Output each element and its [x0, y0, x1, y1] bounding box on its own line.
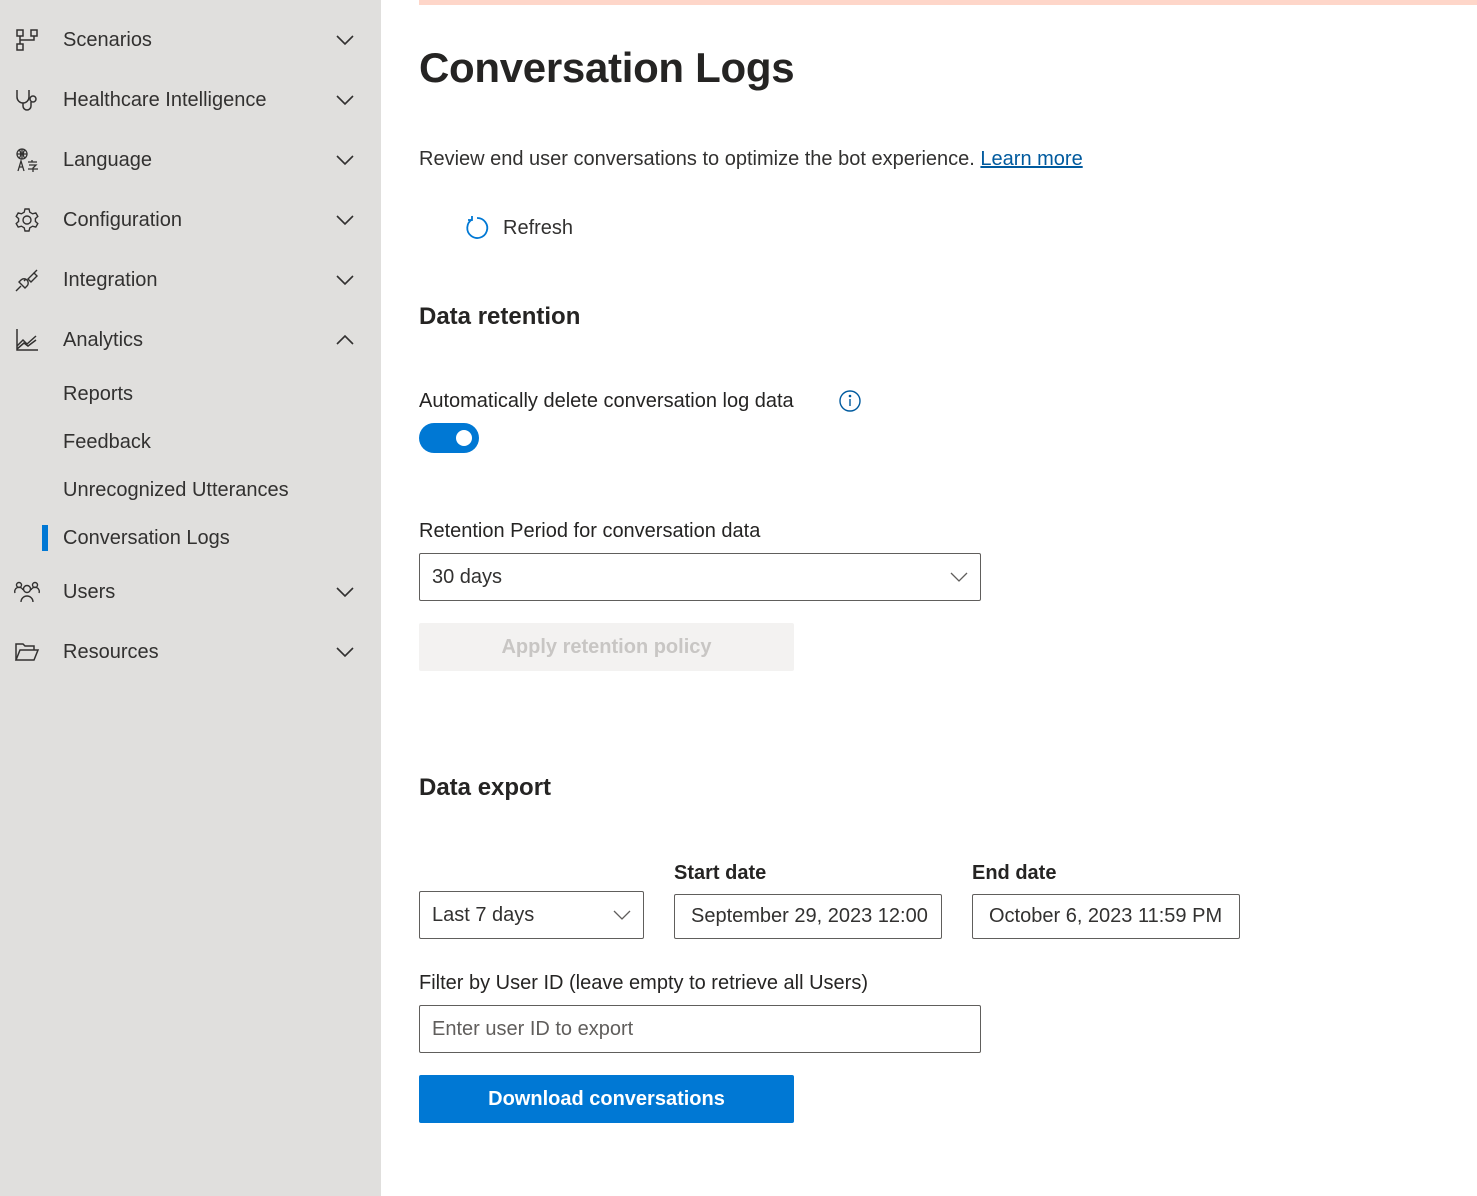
- end-date-field[interactable]: October 6, 2023 11:59 PM: [972, 894, 1240, 939]
- end-date-label: End date: [972, 862, 1057, 884]
- sidebar-item-language[interactable]: Language: [0, 136, 381, 184]
- sidebar-item-label: Users: [63, 580, 116, 603]
- date-range-dropdown[interactable]: Last 7 days: [419, 891, 644, 939]
- refresh-button[interactable]: Refresh: [463, 212, 573, 244]
- sidebar-nav: Scenarios Healthcare Intelligence Langua…: [0, 0, 381, 1196]
- retention-period-dropdown[interactable]: 30 days: [419, 553, 981, 601]
- sidebar-item-users[interactable]: Users: [0, 568, 381, 616]
- chevron-down-icon: [950, 572, 968, 582]
- chevron-down-icon: [336, 647, 354, 658]
- sidebar-subitem-conversation-logs[interactable]: Conversation Logs: [0, 518, 381, 558]
- sidebar-item-label: Configuration: [63, 208, 182, 231]
- folder-icon: [14, 639, 40, 665]
- active-indicator: [42, 525, 48, 551]
- chevron-down-icon: [613, 910, 631, 920]
- learn-more-link[interactable]: Learn more: [980, 148, 1082, 170]
- chevron-down-icon: [336, 95, 354, 106]
- gear-icon: [14, 207, 40, 233]
- stethoscope-icon: [14, 87, 40, 113]
- retention-period-value: 30 days: [432, 565, 503, 588]
- chart-icon: [14, 327, 40, 353]
- chevron-down-icon: [336, 587, 354, 598]
- users-icon: [14, 579, 40, 605]
- chevron-down-icon: [336, 215, 354, 226]
- chevron-down-icon: [336, 35, 354, 46]
- info-icon[interactable]: [838, 389, 862, 413]
- download-conversations-button[interactable]: Download conversations: [419, 1075, 794, 1123]
- sidebar-item-label: Integration: [63, 268, 158, 291]
- sidebar-subitem-label: Feedback: [63, 430, 151, 453]
- notification-banner: [419, 0, 1477, 5]
- sidebar-subitem-label: Unrecognized Utterances: [63, 478, 289, 501]
- sidebar-item-label: Scenarios: [63, 28, 152, 51]
- sidebar-item-resources[interactable]: Resources: [0, 628, 381, 676]
- sidebar-item-label: Analytics: [63, 328, 144, 351]
- sidebar-item-label: Resources: [63, 640, 159, 663]
- chevron-down-icon: [336, 275, 354, 286]
- data-export-heading: Data export: [419, 774, 552, 801]
- start-date-field[interactable]: September 29, 2023 12:00: [674, 894, 942, 939]
- sidebar-item-configuration[interactable]: Configuration: [0, 196, 381, 244]
- apply-retention-policy-button[interactable]: Apply retention policy: [419, 623, 794, 671]
- translate-icon: [14, 147, 40, 173]
- data-retention-heading: Data retention: [419, 303, 581, 330]
- refresh-icon: [466, 216, 489, 239]
- filter-user-id-label: Filter by User ID (leave empty to retrie…: [419, 972, 869, 994]
- sidebar-subitem-label: Reports: [63, 382, 134, 405]
- start-date-label: Start date: [674, 862, 767, 884]
- sidebar-subitem-reports[interactable]: Reports: [0, 374, 381, 414]
- sidebar-item-integration[interactable]: Integration: [0, 256, 381, 304]
- refresh-label: Refresh: [503, 216, 574, 239]
- plug-icon: [14, 267, 40, 293]
- sidebar-subitem-unrecognized-utterances[interactable]: Unrecognized Utterances: [0, 470, 381, 510]
- retention-period-label: Retention Period for conversation data: [419, 520, 761, 542]
- page-description: Review end user conversations to optimiz…: [419, 148, 1083, 171]
- date-range-value: Last 7 days: [432, 903, 535, 926]
- sidebar-item-label: Healthcare Intelligence: [63, 88, 267, 111]
- toggle-knob: [456, 430, 472, 446]
- chevron-down-icon: [336, 155, 354, 166]
- sidebar-item-scenarios[interactable]: Scenarios: [0, 16, 381, 64]
- sidebar-item-healthcare-intelligence[interactable]: Healthcare Intelligence: [0, 76, 381, 124]
- sidebar-item-analytics[interactable]: Analytics: [0, 316, 381, 364]
- page-title: Conversation Logs: [419, 44, 795, 91]
- sidebar-subitem-feedback[interactable]: Feedback: [0, 422, 381, 462]
- user-id-input[interactable]: Enter user ID to export: [419, 1005, 981, 1053]
- auto-delete-toggle[interactable]: [419, 423, 479, 453]
- sidebar-item-label: Language: [63, 148, 152, 171]
- description-text: Review end user conversations to optimiz…: [419, 148, 975, 170]
- chevron-up-icon: [336, 334, 354, 345]
- sidebar-subitem-label: Conversation Logs: [63, 526, 230, 549]
- auto-delete-label: Automatically delete conversation log da…: [419, 390, 794, 412]
- flow-icon: [14, 27, 40, 53]
